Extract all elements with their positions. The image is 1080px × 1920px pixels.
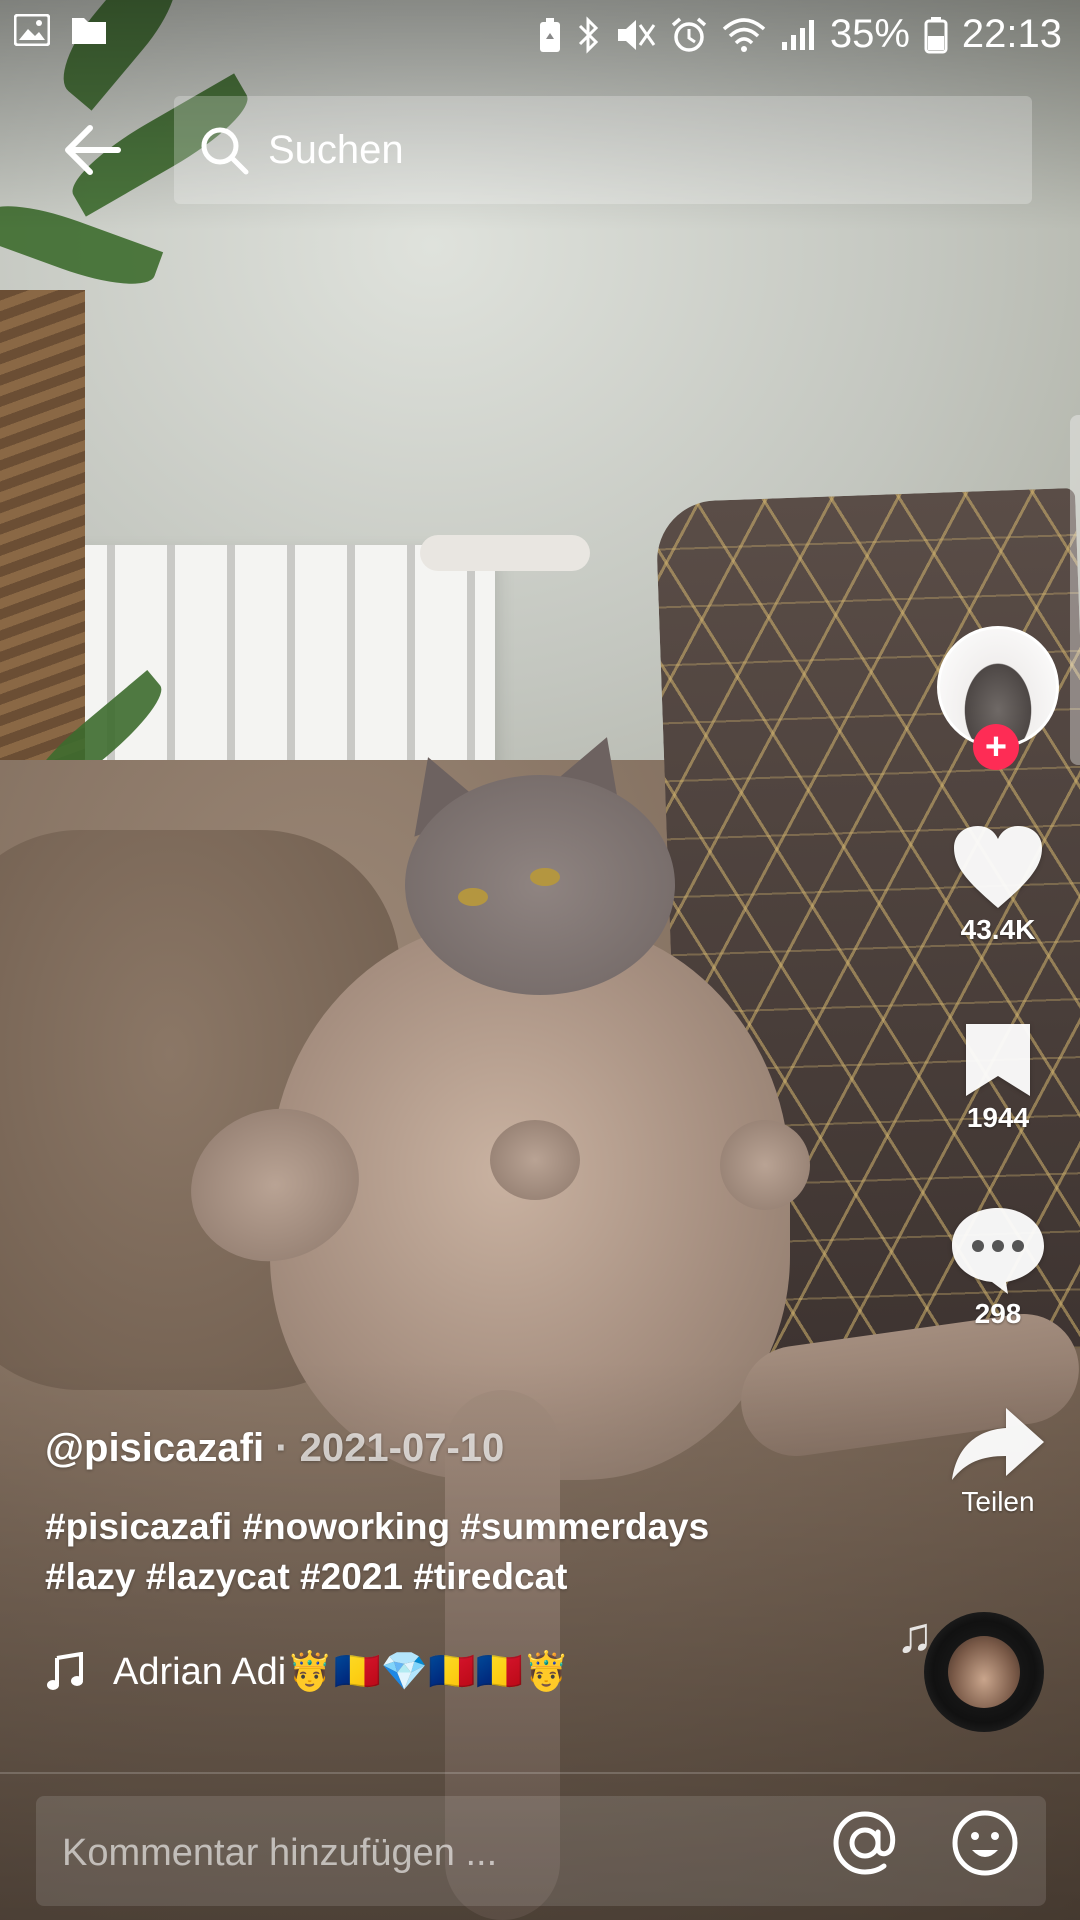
- share-arrow-icon: [952, 1408, 1044, 1480]
- folder-icon: [70, 14, 108, 46]
- scene-cat-paw: [490, 1120, 580, 1200]
- music-cover: [948, 1636, 1020, 1708]
- scene-cat-paw: [720, 1120, 810, 1210]
- username[interactable]: @pisicazafi: [45, 1426, 264, 1470]
- share-label: Teilen: [961, 1486, 1035, 1517]
- emoji-button[interactable]: [950, 1808, 1020, 1878]
- comment-button[interactable]: 298: [928, 1204, 1068, 1330]
- at-icon: [833, 1811, 896, 1875]
- post-caption: #pisicazafi #noworking #summerdays #lazy…: [45, 1502, 805, 1602]
- divider: [0, 1772, 1080, 1774]
- caption-line[interactable]: #lazy #lazycat #2021 #tiredcat: [45, 1552, 805, 1602]
- bluetooth-icon: [576, 15, 602, 54]
- battery-saver-icon: [538, 17, 562, 53]
- mute-icon: [616, 17, 656, 53]
- clock: 22:13: [961, 12, 1062, 56]
- search-placeholder: Suchen: [268, 127, 404, 172]
- alarm-icon: [670, 16, 708, 54]
- smiley-icon: [952, 1810, 1018, 1876]
- save-count: 1944: [966, 1102, 1030, 1133]
- post-author-line: @pisicazafi · 2021-07-10: [45, 1426, 504, 1471]
- battery-percent: 35%: [829, 12, 910, 56]
- scroll-edge[interactable]: [1070, 415, 1080, 765]
- heart-icon: [954, 826, 1042, 908]
- music-label[interactable]: Adrian Adi🤴🇷🇴💎🇷🇴🇷🇴🤴: [45, 1650, 605, 1694]
- scene-cat-eye: [458, 888, 488, 906]
- comment-count: 298: [974, 1298, 1022, 1329]
- caption-line[interactable]: #pisicazafi #noworking #summerdays: [45, 1502, 805, 1552]
- image-icon: [14, 14, 50, 46]
- plus-icon: +: [984, 726, 1008, 768]
- comment-bubble-icon: [952, 1208, 1044, 1294]
- arrow-left-icon: [65, 125, 121, 175]
- battery-icon: [924, 16, 948, 54]
- creator-avatar[interactable]: +: [937, 626, 1059, 770]
- scene-cat-eye: [530, 868, 560, 886]
- post-date: 2021-07-10: [299, 1426, 505, 1470]
- music-note-icon: [47, 1652, 83, 1690]
- search-icon: [201, 127, 249, 175]
- like-count: 43.4K: [960, 914, 1036, 945]
- scene-pipe: [420, 535, 590, 571]
- separator-dot: ·: [275, 1426, 289, 1470]
- share-button[interactable]: Teilen: [928, 1404, 1068, 1518]
- follow-button[interactable]: +: [973, 724, 1019, 770]
- like-button[interactable]: 43.4K: [928, 822, 1068, 946]
- status-bar: 35% 22:13: [0, 0, 1080, 70]
- mention-button[interactable]: [830, 1808, 900, 1878]
- search-bar[interactable]: Suchen: [174, 96, 1032, 204]
- music-title: Adrian Adi🤴🇷🇴💎🇷🇴🇷🇴🤴: [113, 1651, 571, 1693]
- signal-icon: [780, 18, 816, 52]
- save-button[interactable]: 1944: [928, 1020, 1068, 1134]
- comment-placeholder: Kommentar hinzufügen ...: [62, 1832, 498, 1874]
- music-disc[interactable]: [924, 1612, 1044, 1732]
- back-button[interactable]: [62, 120, 122, 180]
- bookmark-icon: [966, 1024, 1030, 1096]
- wifi-icon: [722, 17, 766, 53]
